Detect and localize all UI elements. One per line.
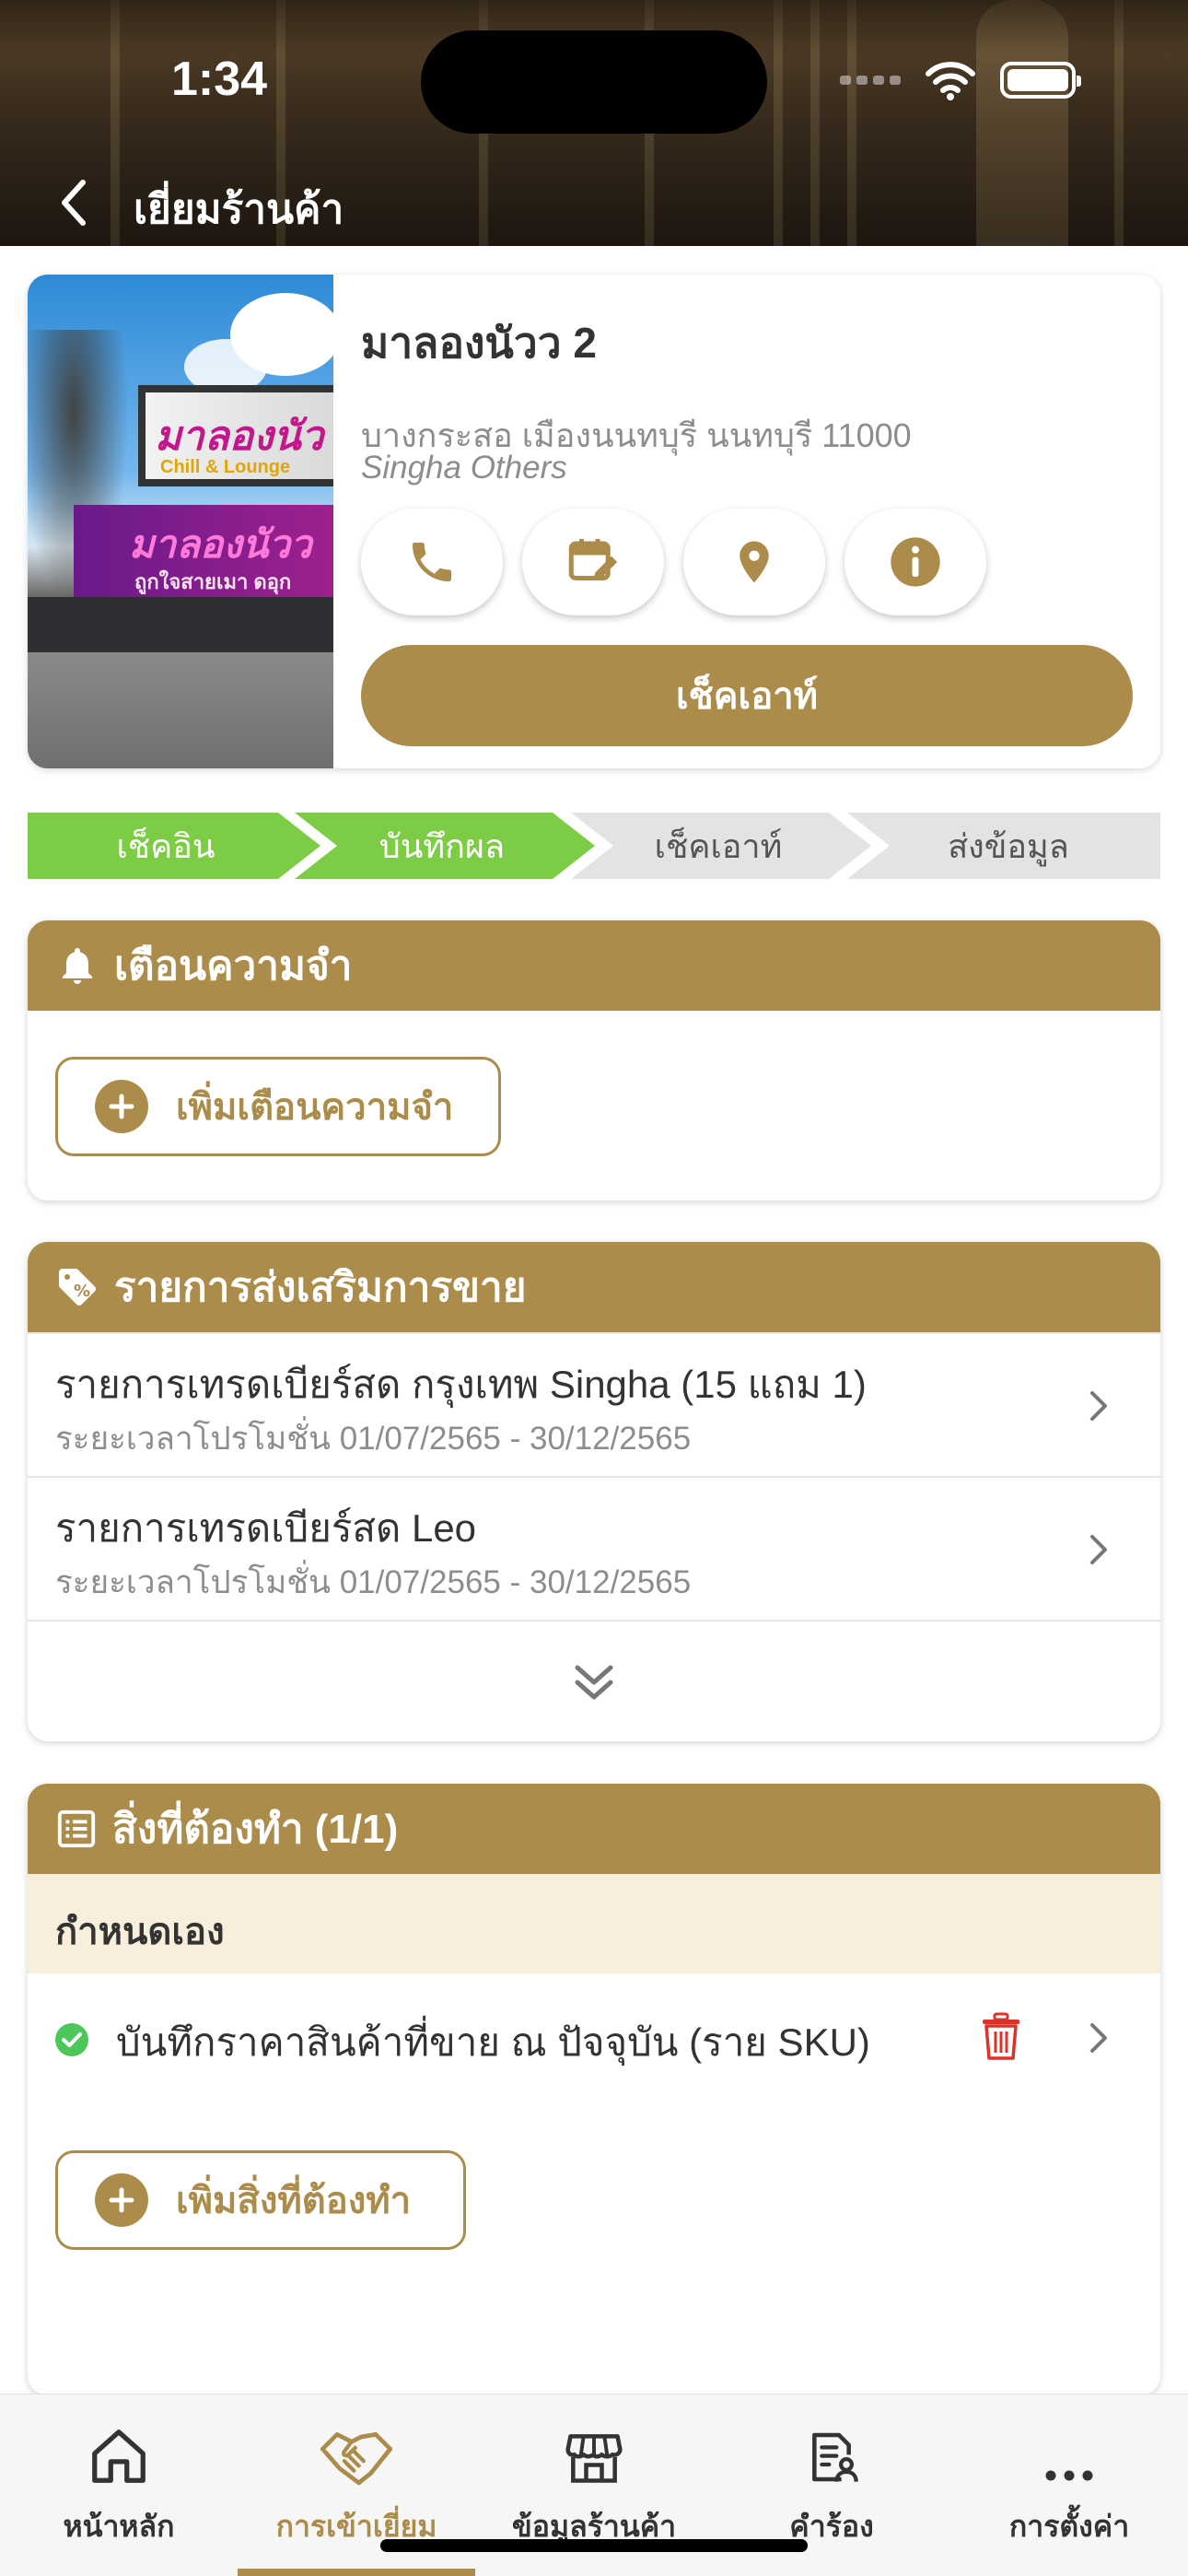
step-check-out: เช็คเอาท์ [654,826,783,865]
chevron-right-icon [1090,1535,1107,1564]
status-indicators [840,57,1081,103]
todo-item-text: บันทึกราคาสินค้าที่ขาย ณ ปัจจุบัน (ราย S… [116,2020,870,2064]
page-title: เยี่ยมร้านค้า [134,187,344,232]
photo-ground [28,652,333,768]
svg-text:%: % [74,1282,90,1301]
store-info-button[interactable] [844,509,986,615]
promotion-period: ระยะเวลาโปรโมชั่น 01/07/2565 - 30/12/256… [55,1421,692,1457]
store-category: Singha Others [361,450,567,486]
tab-home[interactable]: หน้าหลัก [0,2395,238,2576]
info-icon [891,537,940,587]
add-reminder-button[interactable]: เพิ่มเตือนความจำ [55,1057,501,1156]
add-todo-button[interactable]: เพิ่มสิ่งที่ต้องทำ [55,2150,466,2250]
photo-sign-subtext: Chill & Lounge [160,457,291,477]
step-send-data: ส่งข้อมูล [948,826,1069,865]
request-document-icon [812,2432,858,2482]
store-card: มาลองนัว Chill & Lounge มาลองนัวว ถูกใจส… [28,275,1160,768]
promotions-section: % รายการส่งเสริมการขาย รายการเทรดเบียร์ส… [28,1242,1160,1741]
plus-icon [95,1080,148,1133]
header: 1:34 เยี่ยมร้านค้า [0,0,1188,246]
bell-icon [63,948,92,984]
phone-icon [413,543,451,581]
store-icon [565,2434,623,2483]
call-button[interactable] [361,509,503,615]
more-icon [1045,2470,1093,2481]
battery-icon [1000,62,1081,99]
store-photo[interactable]: มาลองนัว Chill & Lounge มาลองนัวว ถูกใจส… [28,275,333,768]
location-button[interactable] [683,509,825,615]
dynamic-island [421,30,767,134]
todo-group-label: กำหนดเอง [55,1912,225,1952]
wifi-icon [926,62,975,100]
photo-banner-subtext: ถูกใจสายเมา ดอุก [134,570,292,593]
chevron-right-icon [1090,2023,1107,2053]
step-record-result: บันทึกผล [379,826,506,865]
cellular-signal-icon [840,76,901,85]
active-tab-indicator [238,2569,475,2576]
promotion-item[interactable]: รายการเทรดเบียร์สด Leo ระยะเวลาโปรโมชั่น… [28,1476,1160,1620]
checklist-icon [57,1809,96,1848]
status-time: 1:34 [171,53,268,106]
chevron-double-down-icon [575,1665,613,1700]
todo-title: สิ่งที่ต้องทำ (1/1) [112,1807,399,1852]
home-icon [92,2430,146,2483]
step-check-in: เช็คอิน [116,826,215,865]
photo-banner: มาลองนัวว ถูกใจสายเมา ดอุก [74,505,333,606]
promotion-title: รายการเทรดเบียร์สด กรุงเทพ Singha (15 แถ… [55,1363,867,1406]
schedule-edit-button[interactable] [522,509,664,615]
promotions-header: % รายการส่งเสริมการขาย [28,1242,1160,1332]
tab-settings[interactable]: การตั้งค่า [950,2395,1188,2576]
promotion-item[interactable]: รายการเทรดเบียร์สด กรุงเทพ Singha (15 แถ… [28,1332,1160,1476]
promotions-title: รายการส่งเสริมการขาย [114,1265,527,1310]
promotion-period: ระยะเวลาโปรโมชั่น 01/07/2565 - 30/12/256… [55,1564,692,1600]
add-todo-label: เพิ่มสิ่งที่ต้องทำ [176,2181,412,2221]
todo-group-header: กำหนดเอง [28,1874,1160,1973]
todo-header: สิ่งที่ต้องทำ (1/1) [28,1784,1160,1874]
visit-progress-steps: เช็คอิน บันทึกผล เช็คเอาท์ ส่งข้อมูล [28,813,1160,879]
promotion-title: รายการเทรดเบียร์สด Leo [55,1506,477,1550]
checkout-button[interactable]: เช็คเอาท์ [361,645,1133,746]
photo-building [28,597,333,652]
check-circle-icon [55,2023,88,2056]
back-button[interactable] [55,175,92,230]
home-indicator[interactable] [380,2539,808,2552]
chevron-right-icon [1090,1391,1107,1421]
reminder-title: เตือนความจำ [114,943,353,989]
handshake-icon [320,2432,393,2486]
todo-item[interactable]: บันทึกราคาสินค้าที่ขาย ณ ปัจจุบัน (ราย S… [28,1973,1160,2102]
tab-label: การตั้งค่า [1008,2510,1130,2543]
store-name: มาลองนัวว 2 [361,319,597,367]
trash-icon[interactable] [978,2012,1024,2062]
add-reminder-label: เพิ่มเตือนความจำ [176,1087,454,1128]
plus-icon [95,2173,148,2227]
tag-icon: % [59,1269,96,1306]
reminder-section: เตือนความจำ เพิ่มเตือนความจำ [28,920,1160,1200]
reminder-header: เตือนความจำ [28,920,1160,1011]
expand-promotions-button[interactable] [28,1620,1160,1741]
location-pin-icon [740,541,769,583]
calendar-edit-icon [568,539,618,580]
photo-sign: มาลองนัว Chill & Lounge [138,385,333,486]
tab-label: หน้าหลัก [63,2510,175,2543]
todo-section: สิ่งที่ต้องทำ (1/1) กำหนดเอง บันทึกราคาส… [28,1784,1160,2395]
